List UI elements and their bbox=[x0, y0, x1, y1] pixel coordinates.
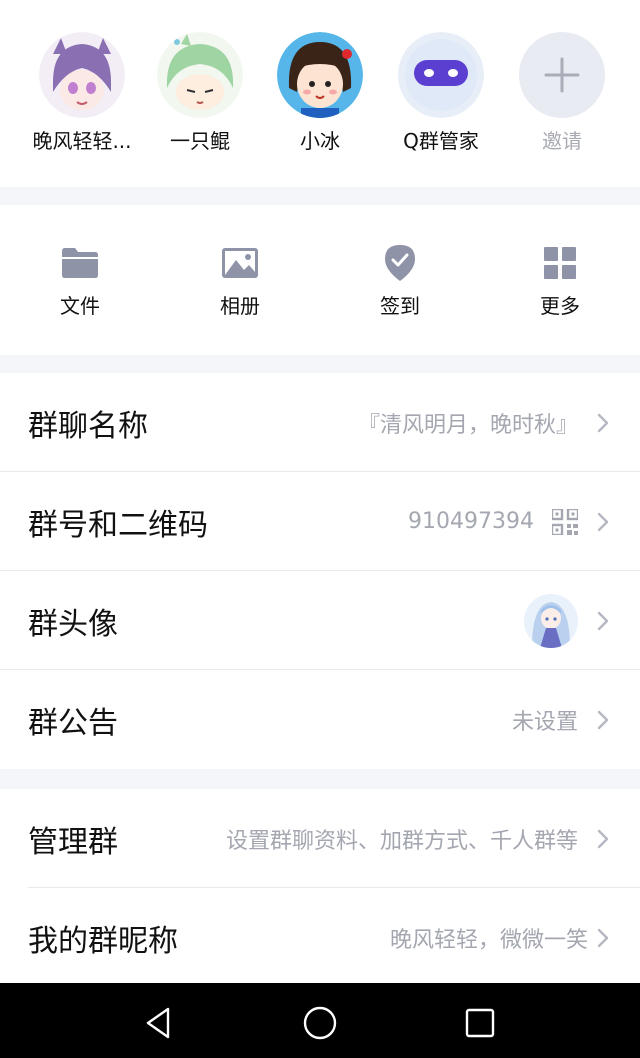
home-icon[interactable] bbox=[300, 1003, 340, 1043]
settings-group-manage: 管理群 设置群聊资料、加群方式、千人群等 我的群昵称 晚风轻轻，微微一笑 bbox=[0, 789, 640, 983]
folder-icon bbox=[20, 245, 140, 281]
member-avatar[interactable] bbox=[398, 32, 484, 118]
row-value: 设置群聊资料、加群方式、千人群等 bbox=[225, 828, 578, 854]
plus-icon[interactable] bbox=[519, 32, 605, 118]
row-group-number[interactable]: 群号和二维码 910497394 bbox=[0, 472, 640, 571]
row-title: 我的群昵称 bbox=[28, 923, 178, 959]
member-name: 晚风轻轻... bbox=[32, 129, 132, 153]
row-manage-group[interactable]: 管理群 设置群聊资料、加群方式、千人群等 bbox=[0, 789, 640, 888]
back-icon[interactable] bbox=[140, 1003, 180, 1043]
chevron-right-icon bbox=[597, 928, 609, 947]
chevron-right-icon bbox=[597, 829, 609, 848]
tool-more[interactable]: 更多 bbox=[500, 245, 620, 319]
row-title: 群聊名称 bbox=[28, 408, 148, 444]
row-group-avatar[interactable]: 群头像 bbox=[0, 571, 640, 670]
member-name: 小冰 bbox=[300, 129, 340, 153]
tool-label: 文件 bbox=[60, 294, 100, 318]
member-name: 一只鲲 bbox=[170, 129, 230, 153]
row-title: 群公告 bbox=[28, 705, 118, 741]
member-item[interactable]: 小冰 bbox=[260, 32, 380, 154]
row-group-name[interactable]: 群聊名称 『清风明月，晚时秋』 bbox=[0, 373, 640, 472]
tool-files[interactable]: 文件 bbox=[20, 245, 140, 319]
row-title: 群号和二维码 bbox=[28, 507, 208, 543]
row-title: 群头像 bbox=[28, 606, 118, 642]
qrcode-icon bbox=[552, 508, 578, 535]
member-avatar[interactable] bbox=[157, 32, 243, 118]
member-name: Q群管家 bbox=[403, 129, 479, 153]
member-avatar[interactable] bbox=[277, 32, 363, 118]
row-value-wrap: 910497394 bbox=[408, 508, 578, 535]
tool-checkin[interactable]: 签到 bbox=[340, 245, 460, 319]
group-avatar-thumbnail bbox=[524, 593, 578, 648]
chevron-right-icon bbox=[597, 710, 609, 729]
tool-label: 更多 bbox=[540, 294, 580, 318]
invite-button[interactable]: 邀请 bbox=[502, 32, 622, 154]
grid-icon bbox=[500, 245, 620, 281]
tool-album[interactable]: 相册 bbox=[180, 245, 300, 319]
row-title: 管理群 bbox=[28, 824, 118, 860]
chevron-right-icon bbox=[597, 413, 609, 432]
row-announcement[interactable]: 群公告 未设置 bbox=[0, 670, 640, 769]
row-value: 晚风轻轻，微微一笑 bbox=[389, 927, 588, 953]
checkin-icon bbox=[340, 245, 460, 281]
settings-group-info: 群聊名称 『清风明月，晚时秋』 群号和二维码 910497394 群头像 群公告… bbox=[0, 373, 640, 769]
member-list: 晚风轻轻... 一只鲲 小冰 Q群管家 邀请 bbox=[0, 0, 640, 187]
recents-icon[interactable] bbox=[460, 1003, 500, 1043]
toolbar: 文件 相册 签到 更多 bbox=[0, 205, 640, 355]
chevron-right-icon bbox=[597, 512, 609, 531]
member-item[interactable]: 一只鲲 bbox=[140, 32, 260, 154]
chevron-right-icon bbox=[597, 611, 609, 630]
image-icon bbox=[180, 245, 300, 281]
system-navigation-bar bbox=[0, 983, 640, 1058]
member-avatar[interactable] bbox=[39, 32, 125, 118]
member-item[interactable]: 晚风轻轻... bbox=[22, 32, 142, 154]
member-item[interactable]: Q群管家 bbox=[381, 32, 501, 154]
group-number-value: 910497394 bbox=[408, 509, 534, 534]
tool-label: 相册 bbox=[220, 294, 260, 318]
row-value: 『清风明月，晚时秋』 bbox=[357, 412, 578, 438]
invite-label: 邀请 bbox=[542, 129, 582, 153]
tool-label: 签到 bbox=[380, 294, 420, 318]
row-my-nickname[interactable]: 我的群昵称 晚风轻轻，微微一笑 bbox=[0, 888, 640, 987]
row-value: 未设置 bbox=[511, 709, 578, 735]
